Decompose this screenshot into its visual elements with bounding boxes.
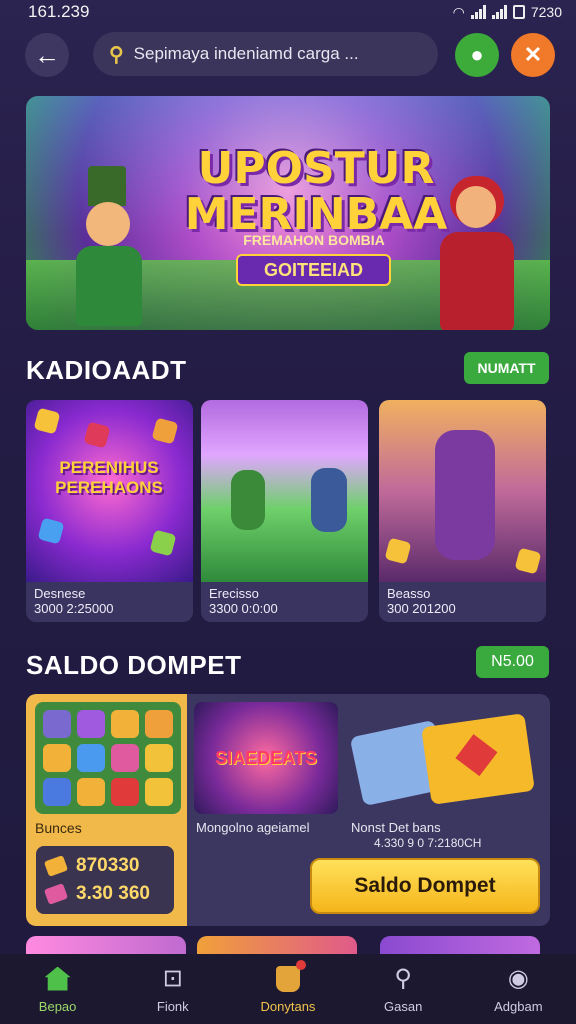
- game-card[interactable]: Erecisso 3300 0:0:00: [201, 400, 368, 622]
- gem-board: [35, 702, 181, 814]
- wallet-amounts: 870330 3.30 360: [36, 846, 174, 914]
- game-card-name: Beasso: [387, 586, 431, 601]
- top-bar: ← ⚲ ● ✕: [0, 30, 576, 80]
- deposit-icon: [273, 959, 306, 993]
- wallet-amount-1: 870330: [76, 855, 140, 876]
- wallet-info-value: 4.330 9 0 7:2180CH: [374, 836, 482, 850]
- next-card-peek[interactable]: [197, 936, 357, 956]
- search-icon: ⚲: [394, 965, 412, 992]
- chat-button[interactable]: ●: [455, 33, 499, 77]
- banner-title: UPOSTUR MERINBAA: [176, 146, 456, 238]
- nav-label: Fionk: [156, 998, 189, 1014]
- game-card-name: Erecisso: [209, 586, 259, 601]
- wallet-left-label: Bunces: [35, 820, 82, 836]
- game-card-art-title: PERENIHUS PEREHAONS: [55, 458, 163, 497]
- banner-badge: GOITEEIAD: [236, 254, 391, 286]
- gift-boxes-image: [349, 708, 536, 808]
- wifi-icon: ◠: [452, 3, 465, 20]
- game-card-value: 3000 2:25000: [34, 601, 114, 616]
- banner-subtitle: FREMAHON BOMBIA: [243, 232, 385, 248]
- nav-item-deposit[interactable]: Donytans: [238, 959, 338, 1014]
- user-icon: ◉: [507, 965, 529, 992]
- wallet-promo-title: SIAEDEATS: [215, 748, 317, 768]
- nav-label: Donytans: [260, 998, 316, 1014]
- promo-banner[interactable]: UPOSTUR MERINBAA FREMAHON BOMBIA GOITEEI…: [26, 96, 550, 330]
- game-card-art: [379, 400, 546, 582]
- next-card-peek[interactable]: [26, 936, 186, 956]
- game-card[interactable]: Beasso 300 201200: [379, 400, 546, 622]
- back-button[interactable]: ←: [25, 33, 69, 77]
- banner-character-left: [66, 166, 176, 326]
- battery-text: 7230: [530, 4, 562, 20]
- wallet-amount-2: 3.30 360: [76, 883, 150, 904]
- nav-label: Gasan: [384, 998, 423, 1014]
- wallet-panel: Bunces 870330 3.30 360 SIAEDEATS Mongoln…: [26, 694, 550, 926]
- next-card-peek[interactable]: [380, 936, 540, 956]
- signal-icon: [470, 5, 486, 19]
- search-bar[interactable]: ⚲: [93, 32, 438, 76]
- bottom-nav: Bepao ⊡ Fionk Donytans ⚲ Gasan ◉ Adgbam: [0, 954, 576, 1024]
- nav-item-account[interactable]: ◉ Adgbam: [468, 965, 568, 1014]
- wallet-amount-row: 870330: [43, 852, 164, 880]
- banner-title-line1: UPOSTUR: [197, 143, 435, 194]
- gem-icon: [43, 883, 69, 905]
- home-icon: [43, 965, 73, 993]
- saldo-dompet-button[interactable]: Saldo Dompet: [310, 858, 540, 914]
- rank-icon: ⊡: [162, 965, 183, 992]
- battery-icon: [512, 5, 525, 19]
- nav-label: Bepao: [38, 998, 77, 1014]
- wallet-info-title: Nonst Det bans: [351, 820, 441, 835]
- status-bar: 161.239 ◠ 7230: [0, 0, 576, 24]
- close-button[interactable]: ✕: [511, 33, 555, 77]
- game-card-name: Desnese: [34, 586, 86, 601]
- wallet-promo-art[interactable]: SIAEDEATS: [194, 702, 338, 814]
- wallet-amount-row: 3.30 360: [43, 880, 164, 908]
- arrow-left-icon: ←: [34, 39, 60, 70]
- game-card-value: 300 201200: [387, 601, 456, 616]
- search-input[interactable]: [133, 44, 414, 64]
- nav-item-home[interactable]: Bepao: [8, 965, 108, 1014]
- coin-icon: [43, 855, 69, 877]
- chat-icon: ●: [470, 42, 484, 67]
- search-icon: ⚲: [109, 43, 124, 66]
- game-card[interactable]: PERENIHUS PEREHAONS Desnese 3000 2:25000: [26, 400, 193, 622]
- wallet-left-card[interactable]: Bunces 870330 3.30 360: [26, 694, 187, 926]
- signal-icon-2: [491, 5, 507, 19]
- nav-item-rank[interactable]: ⊡ Fionk: [123, 965, 223, 1014]
- wallet-amount-badge[interactable]: N5.00: [476, 646, 549, 678]
- status-time: 161.239: [28, 2, 90, 21]
- game-card-art: [201, 400, 368, 582]
- see-all-button[interactable]: NUMATT: [464, 352, 549, 384]
- status-icons: ◠ 7230: [453, 4, 562, 21]
- wallet-promo-label: Mongolno ageiamel: [196, 820, 310, 835]
- nav-label: Adgbam: [494, 998, 543, 1014]
- section-title-wallet: SALDO DOMPET: [26, 650, 242, 680]
- game-card-art: PERENIHUS PEREHAONS: [26, 400, 193, 582]
- nav-item-search[interactable]: ⚲ Gasan: [353, 965, 453, 1014]
- close-icon: ✕: [523, 42, 543, 67]
- game-card-value: 3300 0:0:00: [209, 601, 278, 616]
- section-title-games: KADIOAADT: [26, 355, 187, 385]
